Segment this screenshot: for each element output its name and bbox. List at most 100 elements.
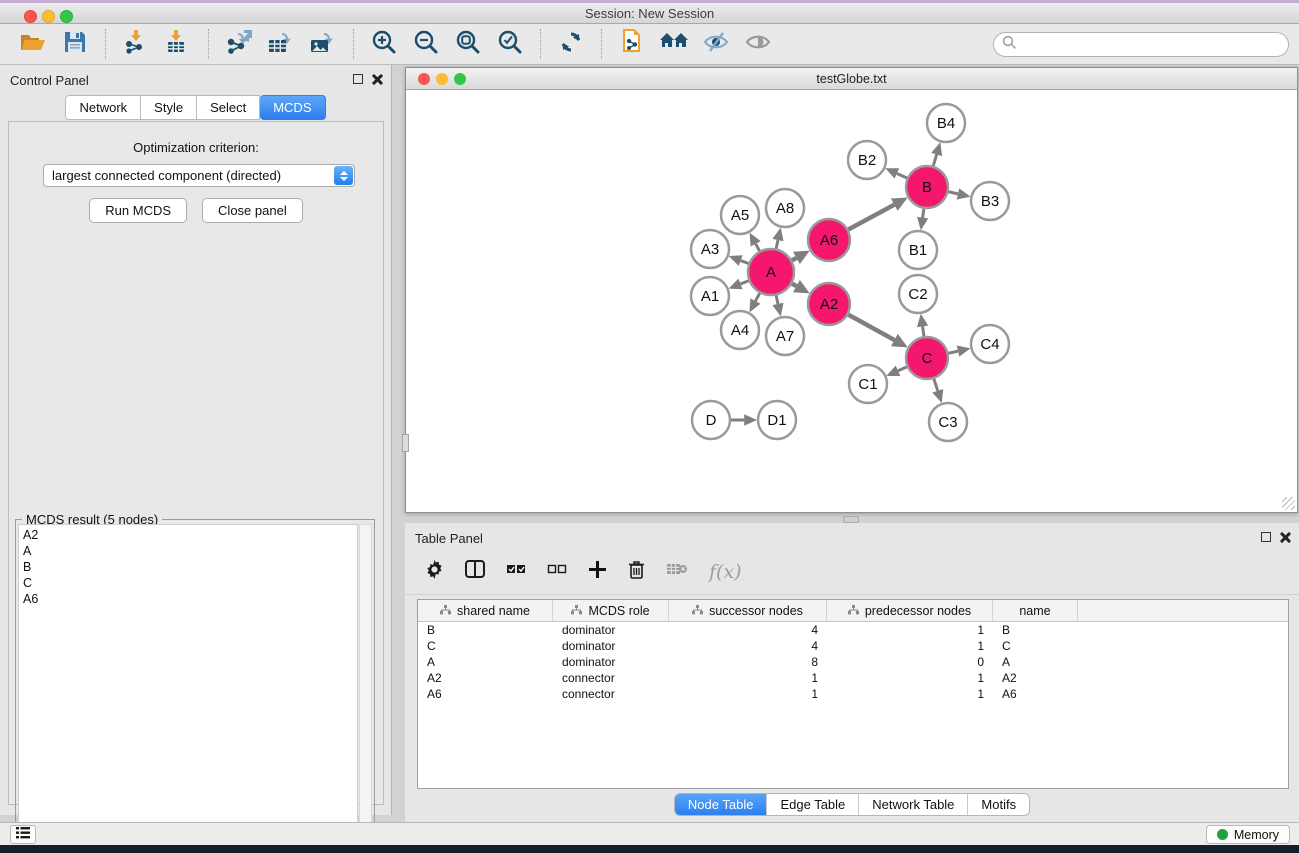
table-cell[interactable]: 0	[827, 654, 993, 670]
hide-selected-button[interactable]	[698, 28, 734, 60]
result-item[interactable]: A2	[23, 527, 353, 543]
edge-B-B1[interactable]	[923, 209, 924, 218]
table-cell[interactable]: A6	[993, 686, 1078, 702]
table-cell[interactable]: 1	[827, 670, 993, 686]
result-item[interactable]: A6	[23, 591, 353, 607]
column-header-shared-name[interactable]: shared name	[418, 600, 553, 621]
table-cell[interactable]: dominator	[553, 638, 669, 654]
table-cell[interactable]: C	[993, 638, 1078, 654]
table-cell[interactable]: A2	[418, 670, 553, 686]
tab-network[interactable]: Network	[65, 95, 141, 120]
edge-A6-B[interactable]	[848, 205, 894, 230]
duplicate-network-button[interactable]	[614, 28, 650, 60]
tab-mcds[interactable]: MCDS	[260, 95, 325, 120]
table-cell[interactable]: 4	[669, 638, 827, 654]
table-cell[interactable]: B	[418, 622, 553, 638]
function-builder-button[interactable]: f(x)	[709, 561, 742, 583]
run-mcds-button[interactable]: Run MCDS	[89, 198, 187, 223]
edge-C-C2[interactable]	[923, 326, 924, 336]
edge-B-B2[interactable]	[897, 173, 907, 178]
table-row[interactable]: Adominator80A	[418, 654, 1288, 670]
tab-edge-table[interactable]: Edge Table	[766, 794, 858, 815]
edge-A-A8[interactable]	[776, 240, 778, 249]
table-settings-button[interactable]	[425, 560, 444, 584]
edge-A-A4[interactable]	[755, 293, 759, 301]
column-header-successor-nodes[interactable]: successor nodes	[669, 600, 827, 621]
node-table[interactable]: shared nameMCDS rolesuccessor nodesprede…	[417, 599, 1289, 789]
table-cell[interactable]: A	[418, 654, 553, 670]
close-table-panel-icon[interactable]	[1280, 532, 1291, 543]
table-cell[interactable]: 1	[827, 638, 993, 654]
edge-B-B4[interactable]	[933, 154, 936, 165]
edge-A-A1[interactable]	[741, 281, 749, 284]
tab-node-table[interactable]: Node Table	[675, 794, 767, 815]
edge-A-A6[interactable]	[792, 258, 796, 260]
edge-A-A2[interactable]	[792, 284, 796, 286]
memory-button[interactable]: Memory	[1206, 825, 1290, 844]
splitter-handle[interactable]	[402, 434, 409, 452]
zoom-out-button[interactable]	[408, 28, 444, 60]
add-column-button[interactable]	[588, 560, 607, 584]
table-cell[interactable]: 1	[669, 670, 827, 686]
table-cell[interactable]: A	[993, 654, 1078, 670]
import-table-button[interactable]	[160, 28, 196, 60]
open-session-button[interactable]	[15, 28, 51, 60]
show-task-history-button[interactable]	[10, 825, 36, 844]
network-window-titlebar[interactable]: testGlobe.txt	[406, 68, 1297, 90]
resize-grip-icon[interactable]	[1282, 497, 1295, 510]
edge-A2-C[interactable]	[848, 315, 894, 340]
result-item[interactable]: A	[23, 543, 353, 559]
tab-style[interactable]: Style	[141, 95, 197, 120]
edge-C-C4[interactable]	[948, 351, 958, 353]
table-row[interactable]: Cdominator41C	[418, 638, 1288, 654]
import-network-button[interactable]	[118, 28, 154, 60]
delete-column-button[interactable]	[628, 560, 645, 584]
table-cell[interactable]: 1	[827, 622, 993, 638]
show-columns-button[interactable]	[465, 560, 485, 583]
show-eye-button[interactable]	[740, 28, 776, 60]
export-network-button[interactable]	[221, 28, 257, 60]
table-cell[interactable]: dominator	[553, 654, 669, 670]
network-canvas[interactable]: B4B2BB3A8A5A6A3B1AA1C2A2A4A7C4CC1DD1C3	[406, 90, 1297, 512]
close-panel-button[interactable]: Close panel	[202, 198, 303, 223]
table-cell[interactable]: 1	[669, 686, 827, 702]
tab-network-table[interactable]: Network Table	[858, 794, 967, 815]
optimization-criterion-select[interactable]: largest connected component (directed)	[43, 164, 355, 187]
search-input[interactable]	[993, 32, 1289, 57]
float-table-panel-icon[interactable]	[1261, 532, 1271, 542]
zoom-in-button[interactable]	[366, 28, 402, 60]
table-cell[interactable]: 1	[827, 686, 993, 702]
table-cell[interactable]: connector	[553, 670, 669, 686]
mcds-result-list[interactable]: A2ABCA6	[18, 524, 358, 853]
zoom-fit-button[interactable]	[450, 28, 486, 60]
edge-B-B3[interactable]	[948, 192, 958, 194]
tab-motifs[interactable]: Motifs	[967, 794, 1029, 815]
table-row[interactable]: A6connector11A6	[418, 686, 1288, 702]
export-image-button[interactable]	[305, 28, 341, 60]
result-scrollbar[interactable]	[359, 524, 372, 853]
tab-select[interactable]: Select	[197, 95, 260, 120]
refresh-button[interactable]	[553, 28, 589, 60]
edge-A-A3[interactable]	[741, 261, 749, 264]
save-session-button[interactable]	[57, 28, 93, 60]
edge-C-C1[interactable]	[898, 367, 907, 371]
column-header-predecessor-nodes[interactable]: predecessor nodes	[827, 600, 993, 621]
edge-A-A5[interactable]	[756, 244, 760, 251]
table-cell[interactable]: connector	[553, 686, 669, 702]
table-cell[interactable]: 8	[669, 654, 827, 670]
two-houses-button[interactable]	[656, 28, 692, 60]
close-panel-icon[interactable]	[372, 74, 383, 85]
table-cell[interactable]: A2	[993, 670, 1078, 686]
edge-C-C3[interactable]	[934, 379, 938, 391]
column-header-MCDS-role[interactable]: MCDS role	[553, 600, 669, 621]
result-item[interactable]: B	[23, 559, 353, 575]
delete-table-button[interactable]	[666, 561, 688, 582]
result-item[interactable]: C	[23, 575, 353, 591]
select-all-button[interactable]	[506, 562, 526, 581]
table-row[interactable]: A2connector11A2	[418, 670, 1288, 686]
table-cell[interactable]: B	[993, 622, 1078, 638]
table-cell[interactable]: dominator	[553, 622, 669, 638]
table-cell[interactable]: A6	[418, 686, 553, 702]
zoom-selected-button[interactable]	[492, 28, 528, 60]
network-graph[interactable]: B4B2BB3A8A5A6A3B1AA1C2A2A4A7C4CC1DD1C3	[406, 90, 1297, 512]
